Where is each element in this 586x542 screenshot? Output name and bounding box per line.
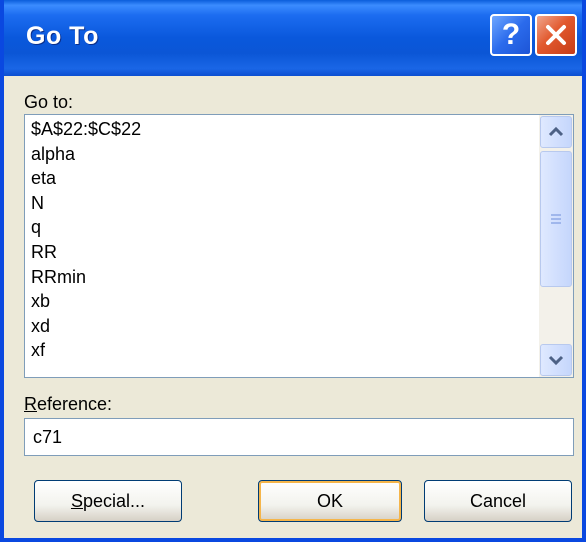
- list-item[interactable]: xd: [31, 314, 541, 339]
- list-item[interactable]: alpha: [31, 142, 541, 167]
- scroll-down-button[interactable]: [540, 344, 572, 376]
- list-item[interactable]: xf: [31, 338, 541, 363]
- ok-button[interactable]: OK: [258, 480, 402, 522]
- special-button-label: pecial...: [82, 490, 146, 511]
- scroll-thumb[interactable]: [540, 151, 572, 287]
- special-button-accelerator: S: [70, 490, 83, 511]
- reference-label: Reference:: [24, 394, 112, 415]
- list-item[interactable]: RRmin: [31, 265, 541, 290]
- list-item[interactable]: xb: [31, 289, 541, 314]
- reference-label-accelerator: R: [24, 394, 37, 414]
- chevron-down-icon: [548, 355, 564, 366]
- help-button[interactable]: ?: [490, 14, 532, 56]
- list-item[interactable]: $A$22:$C$22: [31, 117, 541, 142]
- list-item[interactable]: q: [31, 215, 541, 240]
- scroll-up-button[interactable]: [540, 116, 572, 148]
- close-icon: [546, 25, 566, 45]
- dialog-title: Go To: [26, 22, 99, 50]
- cancel-button[interactable]: Cancel: [424, 480, 572, 522]
- list-item[interactable]: N: [31, 191, 541, 216]
- chevron-up-icon: [548, 126, 564, 137]
- reference-input[interactable]: [24, 418, 574, 456]
- grip-icon: [551, 214, 561, 224]
- named-ranges-list[interactable]: $A$22:$C$22 alpha eta Nq RR RRmin xb xd xf: [24, 114, 574, 378]
- close-button[interactable]: [535, 14, 577, 56]
- go-to-label: Go to:: [24, 92, 74, 112]
- list-item[interactable]: RR: [31, 240, 541, 265]
- vertical-scrollbar[interactable]: [539, 115, 573, 377]
- list-item[interactable]: eta: [31, 166, 541, 191]
- special-button[interactable]: Special...: [34, 480, 182, 522]
- list-items-container: $A$22:$C$22 alpha eta Nq RR RRmin xb xd xf: [31, 117, 541, 363]
- go-to-dialog: Go To ? Go to: $A$22:$C$22 alpha eta Nq RR RR…: [0, 0, 586, 542]
- title-bar[interactable]: Go To ?: [4, 0, 582, 76]
- help-icon: ?: [501, 18, 521, 51]
- reference-label-text: eference:: [37, 394, 113, 414]
